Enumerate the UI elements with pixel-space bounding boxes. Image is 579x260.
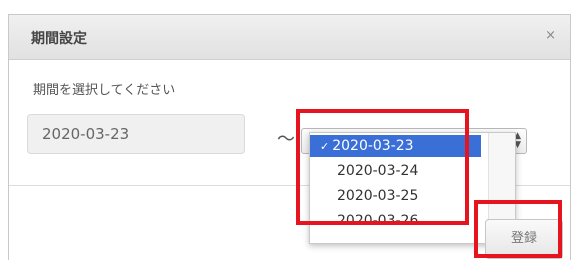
- register-button[interactable]: 登録: [485, 219, 563, 259]
- start-date-field[interactable]: 2020-03-23: [27, 114, 245, 154]
- period-settings-dialog: 期間設定 × 期間を選択してください 2020-03-23 〜 ▲ ▼ ✓ 2020…: [8, 14, 571, 260]
- period-prompt: 期間を選択してください: [33, 83, 176, 98]
- check-icon: ✓: [320, 140, 330, 153]
- option-label: 2020-03-24: [337, 163, 419, 179]
- option-2020-03-26[interactable]: 2020-03-26: [310, 210, 481, 232]
- option-label: 2020-03-26: [337, 213, 419, 229]
- option-2020-03-25[interactable]: 2020-03-25: [310, 185, 481, 207]
- option-2020-03-24[interactable]: 2020-03-24: [310, 160, 481, 182]
- option-label: 2020-03-25: [337, 188, 419, 204]
- option-label: 2020-03-23: [332, 138, 414, 154]
- dialog-title: 期間設定: [31, 31, 87, 47]
- range-separator: 〜: [277, 129, 295, 150]
- option-2020-03-23[interactable]: ✓ 2020-03-23: [310, 135, 481, 157]
- dialog-titlebar: 期間設定 ×: [9, 15, 570, 60]
- close-icon[interactable]: ×: [545, 28, 556, 43]
